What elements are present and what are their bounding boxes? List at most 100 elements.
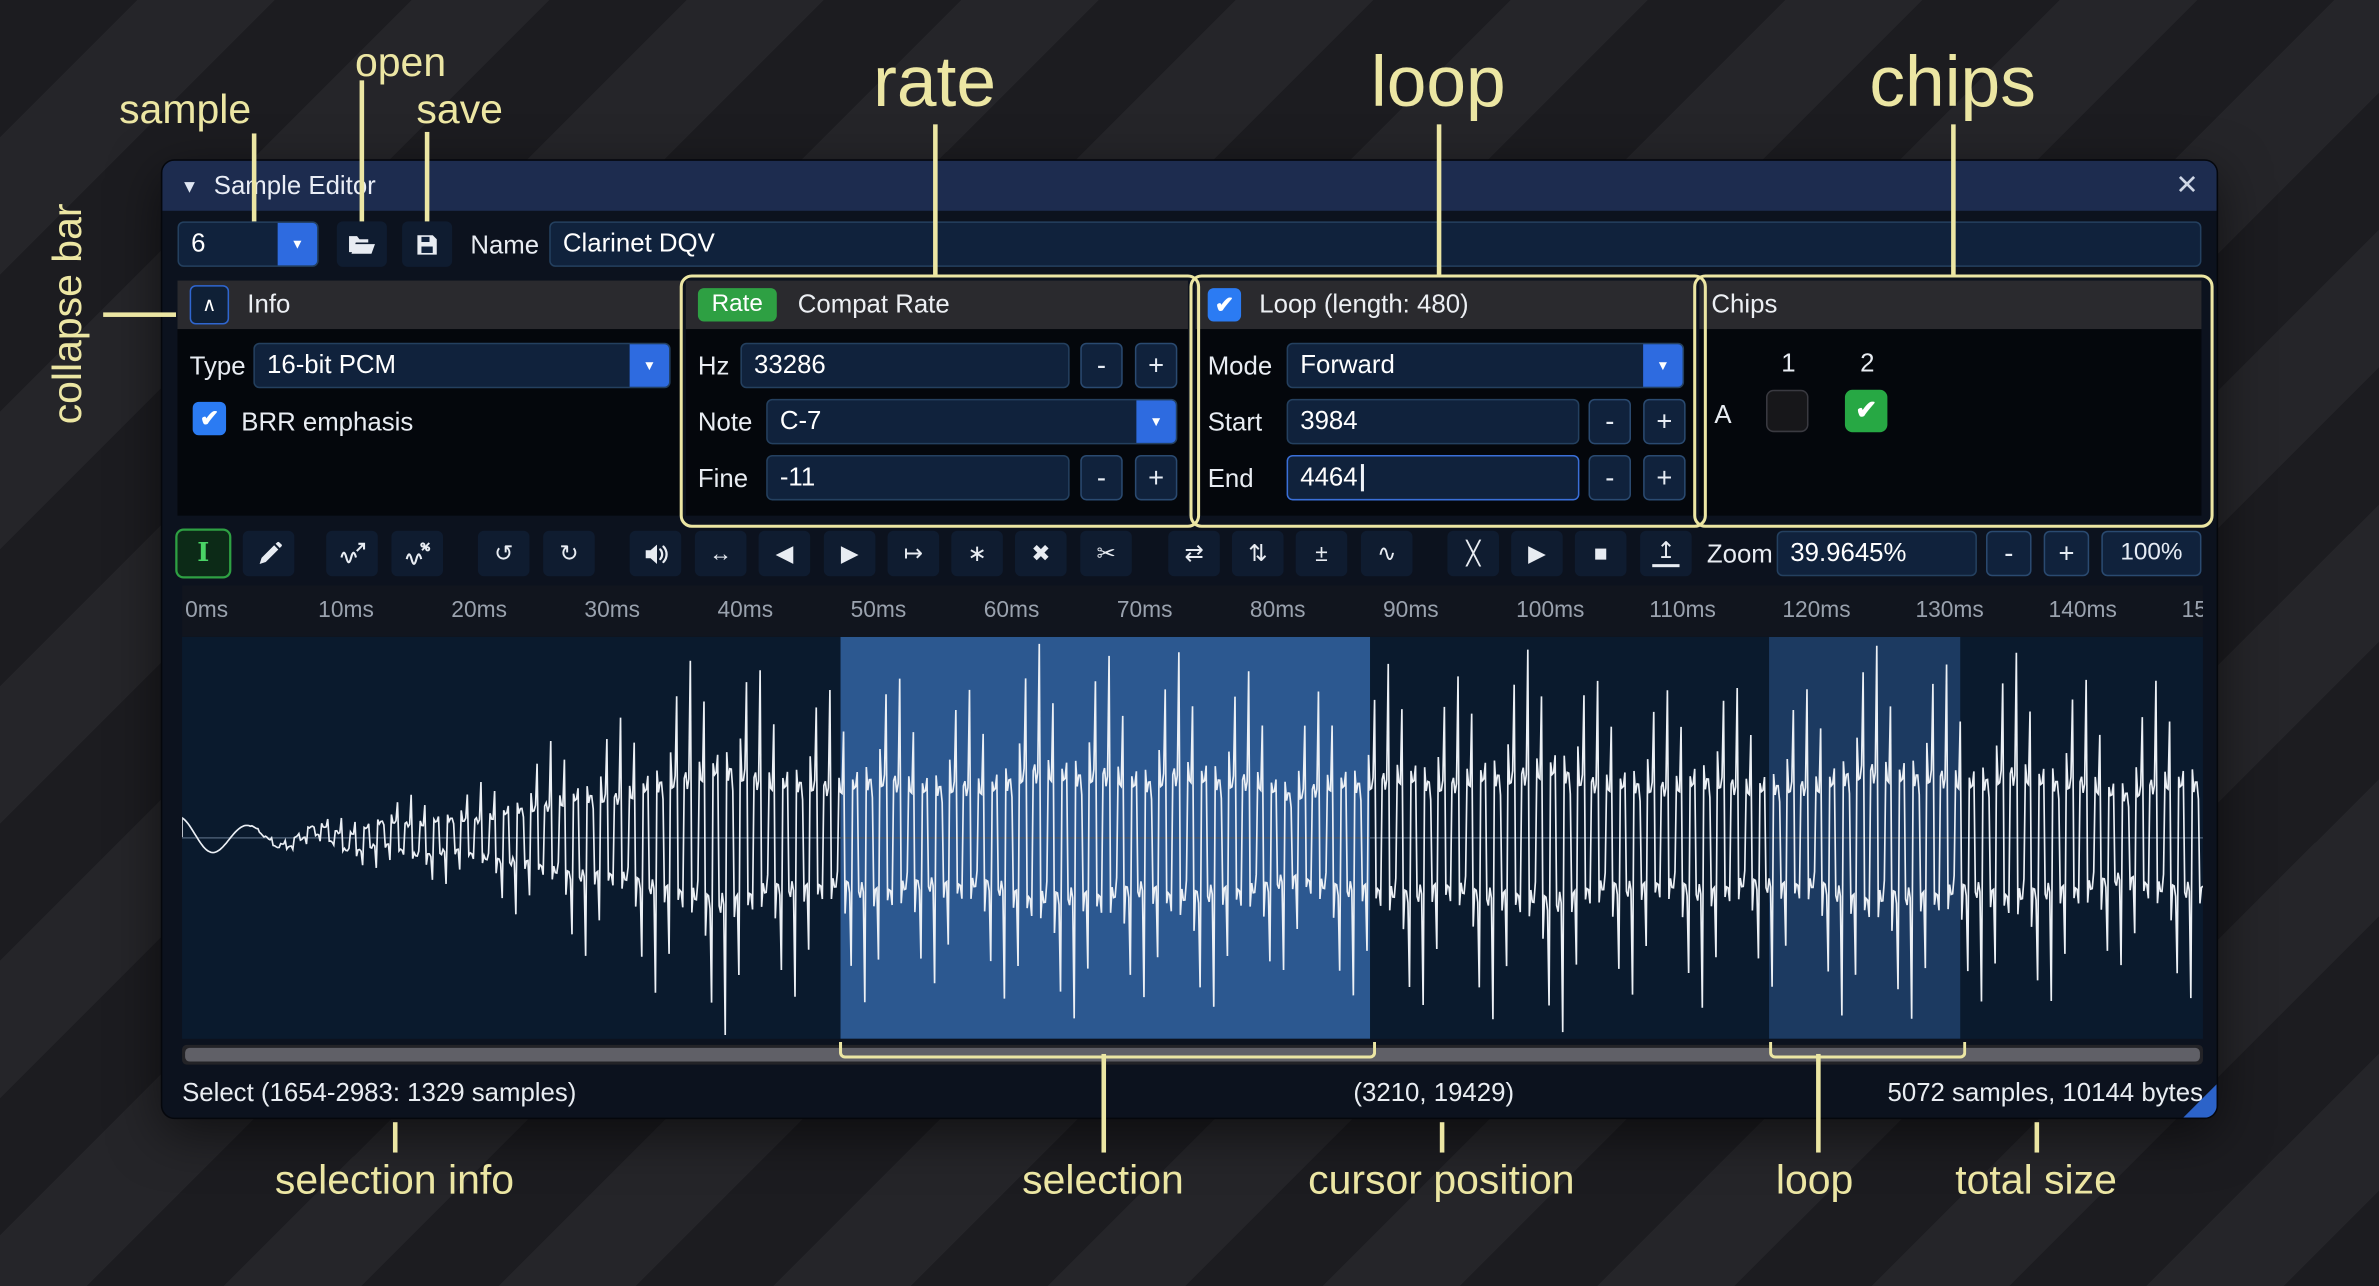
type-label: Type xyxy=(190,352,246,382)
export-wavetable-button[interactable]: ↥ xyxy=(1640,531,1692,576)
brr-emphasis-checkbox[interactable]: ✔ xyxy=(193,402,226,435)
ruler-label: 120ms xyxy=(1782,598,1850,624)
close-icon[interactable]: ✕ xyxy=(2176,170,2199,202)
ruler-label: 60ms xyxy=(984,598,1040,624)
draw-tool-button[interactable] xyxy=(243,531,295,576)
zoom-reset-button[interactable]: 100% xyxy=(2101,531,2201,576)
ruler-label: 150ms xyxy=(2182,598,2203,624)
apply-silence-button[interactable]: ∗ xyxy=(951,531,1003,576)
trim-button[interactable]: ✂ xyxy=(1080,531,1132,576)
open-button[interactable] xyxy=(337,221,387,266)
titlebar: ▼ Sample Editor ✕ xyxy=(162,161,2216,211)
preview-button[interactable]: ▶ xyxy=(1511,531,1563,576)
chip-row-label: A xyxy=(1714,400,1731,430)
wave-arrow-icon xyxy=(339,541,365,567)
filter-button[interactable]: ∿ xyxy=(1361,531,1413,576)
chip-a-1-checkbox[interactable] xyxy=(1766,390,1808,432)
fade-in-button[interactable]: ◀ xyxy=(759,531,811,576)
ruler-label: 100ms xyxy=(1516,598,1584,624)
loop-end-minus-button[interactable]: - xyxy=(1589,455,1631,500)
chips-panel: Chips 1 2 A ✔ xyxy=(1699,281,2201,516)
window-collapse-icon[interactable]: ▼ xyxy=(181,175,199,196)
chip-a-2-checkbox[interactable]: ✔ xyxy=(1845,390,1887,432)
loop-panel: ✔ Loop (length: 480) Mode Forward ▼ Star… xyxy=(1196,281,1695,516)
delete-button[interactable]: ✖ xyxy=(1015,531,1067,576)
sign-flip-button[interactable]: ± xyxy=(1296,531,1348,576)
loop-start-label: Start xyxy=(1208,408,1262,438)
amplify-button[interactable] xyxy=(630,531,682,576)
ruler-label: 50ms xyxy=(851,598,907,624)
zoom-input[interactable]: 39.9645% xyxy=(1777,531,1977,576)
hz-input[interactable]: 33286 xyxy=(740,343,1069,388)
loop-start-minus-button[interactable]: - xyxy=(1589,399,1631,444)
mode-select[interactable]: Forward ▼ xyxy=(1287,343,1685,388)
zoom-out-button[interactable]: - xyxy=(1986,531,2032,576)
scrollbar-thumb[interactable] xyxy=(185,1048,2200,1062)
triangle-right-icon: ▶ xyxy=(841,540,859,567)
invert-button[interactable]: ⇅ xyxy=(1232,531,1284,576)
note-dropdown-icon[interactable]: ▼ xyxy=(1136,400,1175,442)
sample-dropdown-icon[interactable]: ▼ xyxy=(278,223,317,265)
rate-panel: Rate Compat Rate Hz 33286 - + Note C-7 ▼… xyxy=(686,281,1188,516)
mode-label: Mode xyxy=(1208,352,1273,382)
collapse-info-button[interactable]: ∧ xyxy=(190,285,229,324)
type-select[interactable]: 16-bit PCM ▼ xyxy=(253,343,670,388)
time-ruler: 0ms10ms20ms30ms40ms50ms60ms70ms80ms90ms1… xyxy=(182,585,2203,637)
annotation-loop: loop xyxy=(1371,39,1506,122)
arrows-horizontal-icon: ↔ xyxy=(709,541,732,567)
hz-minus-button[interactable]: - xyxy=(1080,343,1122,388)
waveform-display[interactable] xyxy=(182,637,2203,1039)
triangle-left-icon: ◀ xyxy=(776,540,794,567)
save-button[interactable] xyxy=(402,221,452,266)
mode-dropdown-icon[interactable]: ▼ xyxy=(1643,344,1682,386)
bar-arrow-icon: ↦ xyxy=(904,540,923,567)
redo-arrow-icon: ↻ xyxy=(559,540,578,567)
hz-value: 33286 xyxy=(754,350,826,380)
resize-grip[interactable] xyxy=(2183,1084,2216,1117)
loop-start-value: 3984 xyxy=(1300,406,1357,436)
fine-plus-button[interactable]: + xyxy=(1135,455,1177,500)
pencil-icon xyxy=(256,541,282,567)
stop-icon: ■ xyxy=(1594,541,1608,567)
annotation-total-size: total size xyxy=(1955,1157,2117,1204)
note-select[interactable]: C-7 ▼ xyxy=(766,399,1177,444)
loop-end-input[interactable]: 4464 xyxy=(1287,455,1580,500)
info-panel-header: ∧ Info xyxy=(178,281,683,330)
fine-input[interactable]: -11 xyxy=(766,455,1069,500)
sample-select[interactable]: 6 ▼ xyxy=(178,221,319,266)
resize-button[interactable] xyxy=(326,531,378,576)
loop-start-input[interactable]: 3984 xyxy=(1287,399,1580,444)
cross-diagonal-icon: ╳ xyxy=(1466,540,1480,567)
ruler-label: 30ms xyxy=(584,598,640,624)
annotation-line-total-size xyxy=(2035,1122,2039,1152)
stop-preview-button[interactable]: ■ xyxy=(1575,531,1627,576)
mode-value: Forward xyxy=(1300,350,1395,380)
fade-out-button[interactable]: ▶ xyxy=(824,531,876,576)
loop-enable-checkbox[interactable]: ✔ xyxy=(1208,288,1241,321)
loop-start-plus-button[interactable]: + xyxy=(1643,399,1685,444)
crossfade-loop-button[interactable]: ╳ xyxy=(1447,531,1499,576)
status-cursor-position: (3210, 19429) xyxy=(1353,1078,1514,1108)
type-value: 16-bit PCM xyxy=(267,350,396,380)
resample-button[interactable] xyxy=(391,531,443,576)
text-cursor xyxy=(1361,464,1364,491)
loop-end-plus-button[interactable]: + xyxy=(1643,455,1685,500)
name-input[interactable]: Clarinet DQV xyxy=(549,221,2201,266)
insert-silence-button[interactable]: ↦ xyxy=(888,531,940,576)
fine-minus-button[interactable]: - xyxy=(1080,455,1122,500)
loop-panel-header: ✔ Loop (length: 480) xyxy=(1196,281,1695,330)
type-dropdown-icon[interactable]: ▼ xyxy=(630,344,669,386)
reverse-button[interactable]: ⇄ xyxy=(1168,531,1220,576)
redo-button[interactable]: ↻ xyxy=(543,531,595,576)
waveform-scrollbar[interactable] xyxy=(182,1045,2203,1065)
zoom-in-button[interactable]: + xyxy=(2044,531,2090,576)
hz-plus-button[interactable]: + xyxy=(1135,343,1177,388)
undo-button[interactable]: ↺ xyxy=(478,531,530,576)
zoom-label: Zoom xyxy=(1707,540,1773,570)
select-tool-button[interactable]: I xyxy=(178,531,230,576)
annotation-open: open xyxy=(355,39,446,86)
rate-panel-header: Rate Compat Rate xyxy=(686,281,1188,330)
folder-open-icon xyxy=(347,231,376,257)
normalize-button[interactable]: ↔ xyxy=(695,531,747,576)
cross-icon: ✖ xyxy=(1031,540,1050,567)
